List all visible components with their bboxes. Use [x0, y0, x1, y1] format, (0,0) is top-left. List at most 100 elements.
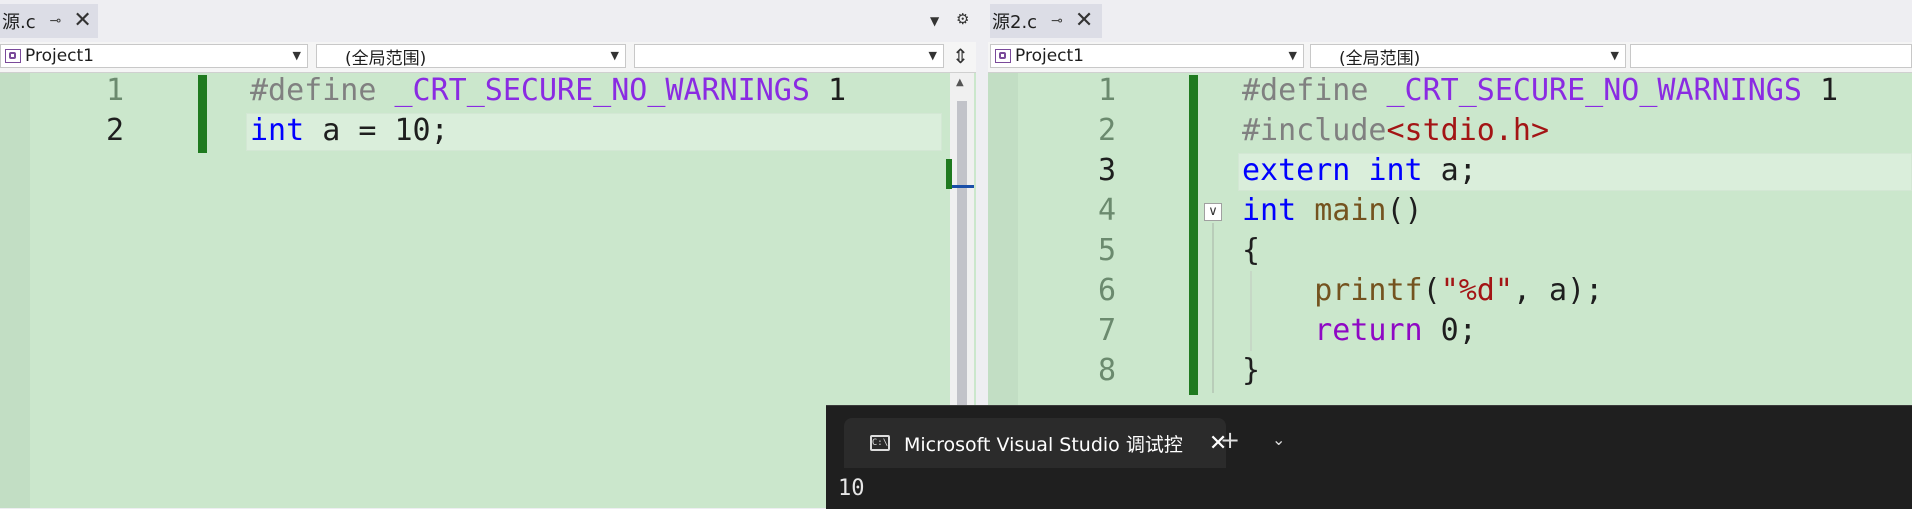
- code-text: #include<stdio.h>: [1242, 113, 1549, 148]
- tab-source-c[interactable]: 源.c ⊸ ✕: [0, 4, 98, 38]
- plus-icon[interactable]: +: [1220, 426, 1240, 454]
- code-text: #define _CRT_SECURE_NO_WARNINGS 1: [1242, 73, 1838, 108]
- line-number: 4: [1097, 193, 1116, 228]
- debug-console-window[interactable]: C:\ Microsoft Visual Studio 调试控 ✕ + ⌄ 10: [826, 405, 1912, 509]
- chevron-down-icon: ▼: [928, 49, 937, 62]
- split-icon[interactable]: ⇕: [952, 44, 969, 68]
- right-navigation-bar: Project1 ▼ (全局范围) ▼: [988, 42, 1912, 73]
- code-line[interactable]: 7 return 0;: [988, 313, 1912, 353]
- code-token: printf: [1314, 273, 1423, 308]
- chevron-down-icon[interactable]: ▼: [930, 14, 939, 28]
- pin-icon[interactable]: ⊸: [50, 13, 62, 29]
- code-token: int: [1368, 153, 1423, 188]
- code-token: _CRT_SECURE_NO_WARNINGS: [1386, 73, 1802, 108]
- close-icon[interactable]: ✕: [73, 10, 91, 32]
- scroll-up-icon[interactable]: ▲: [956, 77, 964, 88]
- chevron-down-icon[interactable]: ⌄: [1272, 430, 1285, 449]
- line-number: 2: [1097, 113, 1116, 148]
- code-token: int: [1242, 193, 1297, 228]
- code-text: }: [1242, 353, 1260, 388]
- pin-icon[interactable]: ⊸: [1051, 13, 1063, 29]
- code-token: 1: [809, 73, 847, 108]
- project-icon: [5, 49, 21, 63]
- code-text: #define _CRT_SECURE_NO_WARNINGS 1: [250, 73, 846, 108]
- line-number: 7: [1097, 313, 1116, 348]
- code-token: #define: [1242, 73, 1387, 108]
- line-number: 1: [105, 73, 124, 108]
- code-token: a;: [1422, 153, 1477, 188]
- chevron-down-icon: ▼: [292, 49, 301, 62]
- code-token: main: [1314, 193, 1387, 228]
- project-icon: [995, 49, 1011, 63]
- project-dropdown[interactable]: Project1 ▼: [990, 44, 1304, 68]
- code-token: (): [1386, 193, 1423, 228]
- project-dropdown[interactable]: Project1 ▼: [0, 44, 308, 68]
- scope-label: (全局范围): [1339, 48, 1421, 69]
- left-navigation-bar: Project1 ▼ (全局范围) ▼ ▼ ⇕: [0, 42, 976, 73]
- chevron-down-icon: ▼: [1288, 49, 1297, 62]
- code-line[interactable]: 2 #include<stdio.h>: [988, 113, 1912, 153]
- chevron-down-icon: ▼: [1610, 49, 1619, 62]
- code-token: "%d": [1440, 273, 1513, 308]
- code-text: int main(): [1242, 193, 1423, 228]
- chevron-down-icon: ▼: [610, 49, 619, 62]
- scope-dropdown[interactable]: (全局范围) ▼: [1310, 44, 1626, 69]
- scroll-thumb[interactable]: [957, 101, 967, 441]
- code-text: int a = 10;: [250, 113, 449, 148]
- line-number: 3: [1097, 153, 1116, 188]
- code-line[interactable]: 8}: [988, 353, 1912, 393]
- code-token: , a);: [1512, 273, 1604, 308]
- right-tab-row: 源2.c ⊸ ✕: [988, 0, 1912, 42]
- console-tab[interactable]: C:\ Microsoft Visual Studio 调试控 ✕: [844, 418, 1227, 468]
- console-output: 10: [838, 476, 865, 501]
- member-dropdown[interactable]: [1630, 44, 1912, 68]
- line-number: 1: [1097, 73, 1116, 108]
- code-token: #include: [1242, 113, 1387, 148]
- code-text: {: [1242, 233, 1260, 268]
- code-text: extern int a;: [1242, 153, 1477, 188]
- tab-title: 源.c: [2, 12, 36, 33]
- code-line[interactable]: 2 int a = 10;: [0, 113, 976, 153]
- member-dropdown[interactable]: ▼: [634, 44, 944, 68]
- code-line[interactable]: 1 #define _CRT_SECURE_NO_WARNINGS 1: [0, 73, 976, 113]
- line-number: 5: [1097, 233, 1116, 268]
- code-line[interactable]: 4 int main(): [988, 193, 1912, 233]
- console-tab-title: Microsoft Visual Studio 调试控: [904, 433, 1183, 456]
- code-token: int: [250, 113, 305, 148]
- line-number: 8: [1097, 353, 1116, 388]
- code-token: }: [1242, 353, 1261, 388]
- code-token: 1: [1801, 73, 1839, 108]
- code-token: extern: [1242, 153, 1351, 188]
- scope-label: (全局范围): [345, 48, 427, 69]
- console-icon: C:\: [870, 435, 890, 451]
- code-line[interactable]: 5{: [988, 233, 1912, 273]
- gear-icon[interactable]: ⚙: [956, 10, 969, 28]
- code-line[interactable]: 1 #define _CRT_SECURE_NO_WARNINGS 1: [988, 73, 1912, 113]
- code-text: printf("%d", a);: [1242, 273, 1603, 308]
- line-number: 6: [1097, 273, 1116, 308]
- tab-source2-c[interactable]: 源2.c ⊸ ✕: [990, 4, 1102, 38]
- line-number: 2: [105, 113, 124, 148]
- code-text: return 0;: [1242, 313, 1477, 348]
- code-line[interactable]: 3 extern int a;: [988, 153, 1912, 193]
- code-token: a = 10;: [304, 113, 449, 148]
- code-token: <stdio.h>: [1386, 113, 1550, 148]
- project-label: Project1: [25, 46, 94, 66]
- code-token: 0;: [1422, 313, 1477, 348]
- code-token: {: [1242, 233, 1261, 268]
- code-token: _CRT_SECURE_NO_WARNINGS: [394, 73, 810, 108]
- tab-title: 源2.c: [992, 12, 1038, 33]
- code-line[interactable]: 6 printf("%d", a);: [988, 273, 1912, 313]
- left-tab-row: 源.c ⊸ ✕ ▼ ⚙: [0, 0, 976, 42]
- scope-dropdown[interactable]: (全局范围) ▼: [316, 44, 626, 69]
- code-token: (: [1422, 273, 1441, 308]
- code-token: return: [1314, 313, 1423, 348]
- caret-marker: [952, 185, 974, 188]
- close-icon[interactable]: ✕: [1075, 10, 1093, 32]
- project-label: Project1: [1015, 46, 1084, 66]
- code-token: #define: [250, 73, 395, 108]
